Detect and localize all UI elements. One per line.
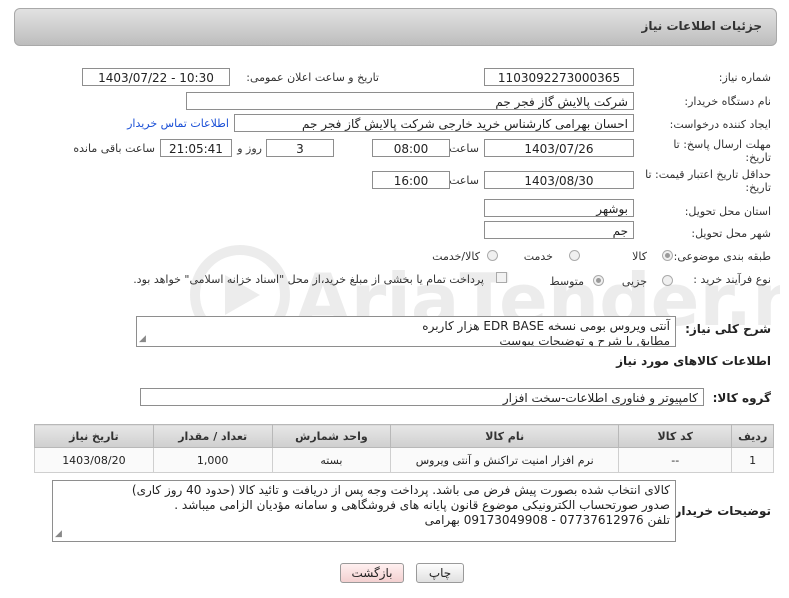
days-remaining-field[interactable]: 3 (266, 139, 334, 157)
description-line-2: مطابق با شرح و توضیحات پیوست (499, 334, 670, 347)
goods-table: ردیف کد کالا نام کالا واحد شمارش تعداد /… (34, 424, 774, 473)
cell-unit: بسته (271, 447, 392, 473)
deadline-date-field[interactable]: 1403/07/26 (484, 139, 634, 157)
goods-section-title: اطلاعات کالاهای مورد نیاز (616, 354, 771, 368)
category-radio-goods[interactable] (662, 250, 673, 261)
col-code: کد کالا (618, 424, 733, 448)
days-label: روز و (237, 142, 262, 155)
city-label: شهر محل تحویل: (691, 227, 771, 240)
buyer-org-label: نام دستگاه خریدار: (684, 95, 771, 108)
resize-grip-icon[interactable]: ◢ (139, 335, 146, 344)
buyer-contact-link[interactable]: اطلاعات تماس خریدار (127, 117, 229, 130)
validity-date-label: تاریخ: (745, 181, 771, 194)
col-name: نام کالا (390, 424, 620, 448)
page-title: جزئیات اطلاعات نیاز (641, 19, 762, 33)
process-medium-text: متوسط (549, 275, 584, 288)
resize-grip-icon[interactable]: ◢ (55, 530, 62, 539)
table-row[interactable]: 1 -- نرم افزار امنیت تراکنش و آنتی ویروس… (34, 447, 774, 473)
validity-date-field[interactable]: 1403/08/30 (484, 171, 634, 189)
city-field[interactable]: جم (484, 221, 634, 239)
need-number-label: شماره نیاز: (718, 71, 771, 84)
col-row: ردیف (731, 424, 774, 448)
need-number-field[interactable]: 1103092273000365 (484, 68, 634, 86)
announce-datetime-field[interactable]: 1403/07/22 - 10:30 (82, 68, 230, 86)
goods-group-label: گروه کالا: (712, 391, 771, 405)
remaining-time-label: ساعت باقی مانده (73, 142, 155, 155)
buyer-notes-line-3: تلفن 07737612976 - 09173049908 بهرامی (424, 513, 670, 527)
process-radio-minor[interactable] (662, 275, 673, 286)
creator-field[interactable]: احسان بهرامی کارشناس خرید خارجی شرکت پال… (234, 114, 634, 132)
cell-name: نرم افزار امنیت تراکنش و آنتی ویروس (390, 447, 620, 473)
category-label: طبقه بندی موضوعی: (673, 250, 771, 263)
payment-treasury-checkbox[interactable] (496, 272, 507, 283)
deadline-time-label: ساعت (449, 142, 479, 155)
goods-table-header: ردیف کد کالا نام کالا واحد شمارش تعداد /… (34, 424, 774, 448)
buyer-notes-label: توضیحات خریدار: (669, 504, 771, 518)
creator-label: ایجاد کننده درخواست: (669, 118, 771, 131)
buyer-notes-line-1: کالای انتخاب شده بصورت پیش فرض می باشد. … (131, 483, 670, 497)
need-details-page: AriaTender.neT جزئیات اطلاعات نیاز شماره… (0, 0, 789, 598)
province-field[interactable]: بوشهر (484, 199, 634, 217)
buyer-org-field[interactable]: شرکت پالایش گاز فجر جم (186, 92, 634, 110)
deadline-label: مهلت ارسال پاسخ: تا (673, 138, 771, 151)
cell-qty: 1,000 (152, 447, 273, 473)
deadline-date-label: تاریخ: (745, 151, 771, 164)
print-button[interactable]: چاپ (416, 563, 464, 583)
col-date: تاریخ نیاز (34, 424, 154, 448)
process-minor-text: جزیی (621, 275, 647, 288)
validity-time-label: ساعت (449, 174, 479, 187)
validity-label: حداقل تاریخ اعتبار قیمت: تا (645, 168, 771, 181)
buyer-notes-textarea[interactable]: کالای انتخاب شده بصورت پیش فرض می باشد. … (52, 480, 676, 542)
header-panel: جزئیات اطلاعات نیاز (14, 8, 777, 46)
announce-datetime-label: تاریخ و ساعت اعلان عمومی: (246, 71, 379, 84)
buyer-notes-line-2: صدور صورتحساب الکترونیکی موضوع قانون پای… (174, 498, 670, 512)
validity-time-field[interactable]: 16:00 (372, 171, 450, 189)
category-goods-service-text: کالا/خدمت (432, 250, 480, 263)
col-qty: تعداد / مقدار (152, 424, 273, 448)
col-unit: واحد شمارش (271, 424, 392, 448)
process-radio-medium[interactable] (593, 275, 604, 286)
description-line-1: آنتی ویروس بومی نسخه EDR BASE هزار کاربر… (422, 319, 670, 333)
category-radio-service[interactable] (569, 250, 580, 261)
back-button[interactable]: بازگشت (340, 563, 404, 583)
category-radio-goods-service[interactable] (487, 250, 498, 261)
payment-note: پرداخت تمام یا بخشی از مبلغ خرید،از محل … (133, 273, 484, 286)
goods-group-field[interactable]: کامپیوتر و فناوری اطلاعات-سخت افزار (140, 388, 704, 406)
cell-code: -- (618, 447, 733, 473)
process-label: نوع فرآیند خرید : (693, 273, 771, 286)
category-goods-text: کالا (632, 250, 647, 263)
cell-date: 1403/08/20 (34, 447, 154, 473)
description-label: شرح کلی نیاز: (685, 322, 771, 336)
deadline-time-field[interactable]: 08:00 (372, 139, 450, 157)
province-label: استان محل تحویل: (684, 205, 771, 218)
description-textarea[interactable]: آنتی ویروس بومی نسخه EDR BASE هزار کاربر… (136, 316, 676, 347)
category-service-text: خدمت (523, 250, 553, 263)
remaining-time-field[interactable]: 21:05:41 (160, 139, 232, 157)
cell-row: 1 (731, 447, 774, 473)
